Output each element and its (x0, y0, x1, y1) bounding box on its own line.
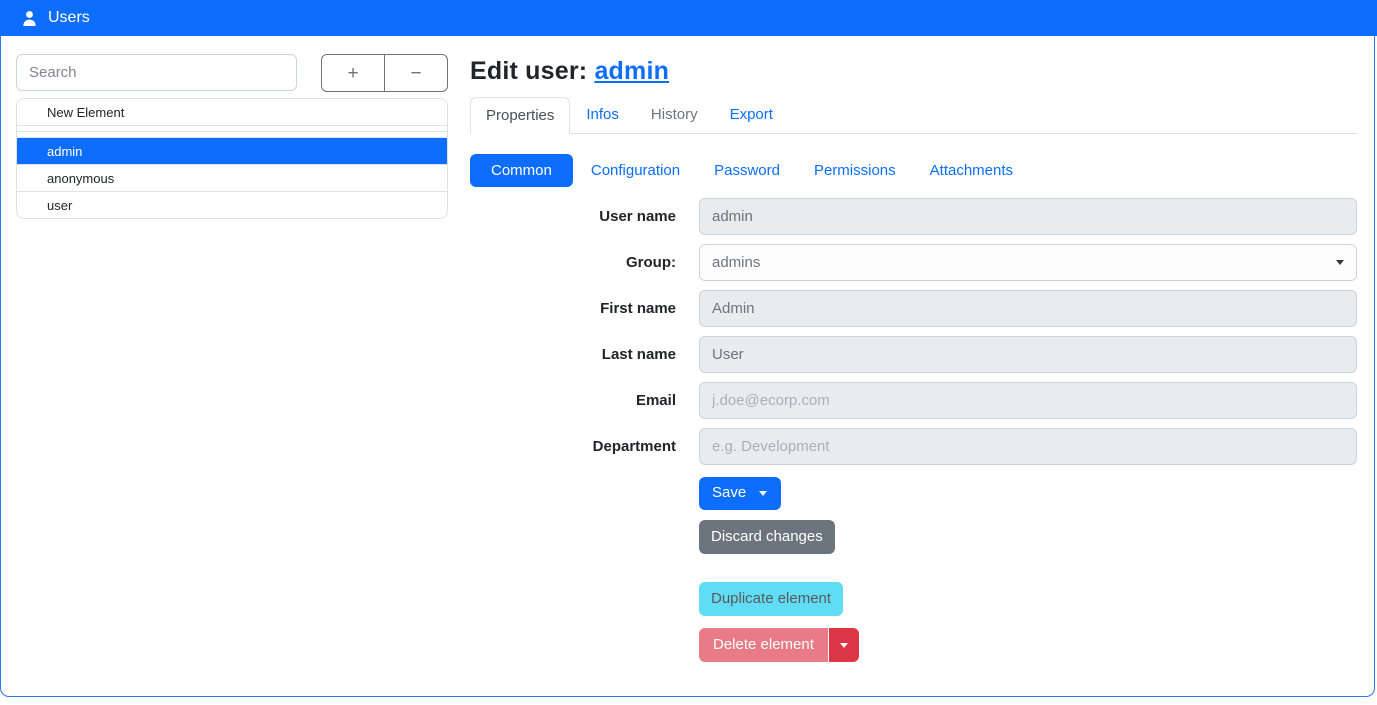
users-icon (21, 10, 38, 27)
action-buttons: Save Discard changes Duplicate element D… (699, 477, 1357, 662)
pill-bar: Common Configuration Password Permission… (470, 154, 1357, 187)
duplicate-element-button: Duplicate element (699, 582, 843, 616)
add-element-button[interactable]: + (321, 54, 385, 92)
field-label-username: User name (470, 208, 699, 225)
list-item-admin[interactable]: admin (17, 137, 447, 164)
save-button[interactable]: Save (699, 477, 781, 510)
group-select[interactable]: admins (699, 244, 1357, 281)
sidebar: + − New Element admin anonymous user (1, 36, 456, 696)
caret-down-icon (759, 491, 767, 496)
field-label-lastname: Last name (470, 346, 699, 363)
tab-bar: Properties Infos History Export (470, 97, 1357, 134)
element-list: New Element admin anonymous user (16, 98, 448, 219)
field-label-email: Email (470, 392, 699, 409)
username-input[interactable] (699, 198, 1357, 235)
tab-history: History (635, 97, 714, 133)
sidebar-controls: + − (16, 54, 448, 92)
list-item-user[interactable]: user (17, 191, 447, 218)
pill-password[interactable]: Password (698, 154, 796, 187)
app-title: Users (48, 9, 90, 27)
page-title: Edit user: admin (470, 57, 1357, 86)
list-item-new-element[interactable]: New Element (17, 99, 447, 125)
field-label-firstname: First name (470, 300, 699, 317)
tab-infos[interactable]: Infos (570, 97, 635, 133)
group-select-value: admins (712, 254, 1336, 271)
lastname-input[interactable] (699, 336, 1357, 373)
list-item-anonymous[interactable]: anonymous (17, 164, 447, 191)
form-row: User name (470, 198, 1357, 235)
discard-changes-button[interactable]: Discard changes (699, 520, 835, 554)
department-input[interactable] (699, 428, 1357, 465)
pill-permissions[interactable]: Permissions (798, 154, 912, 187)
form-row: Group: admins (470, 244, 1357, 281)
form-row: Email (470, 382, 1357, 419)
pill-common[interactable]: Common (470, 154, 573, 187)
firstname-input[interactable] (699, 290, 1357, 327)
save-button-label: Save (712, 483, 746, 503)
app-header: Users (0, 0, 1377, 36)
field-label-department: Department (470, 438, 699, 455)
email-input[interactable] (699, 382, 1357, 419)
page-title-prefix: Edit user: (470, 57, 587, 85)
tab-export[interactable]: Export (714, 97, 789, 133)
search-input[interactable] (16, 54, 297, 91)
pill-configuration[interactable]: Configuration (575, 154, 696, 187)
delete-dropdown-toggle[interactable] (829, 628, 859, 662)
caret-down-icon (840, 643, 848, 648)
pill-attachments[interactable]: Attachments (914, 154, 1029, 187)
form-row: First name (470, 290, 1357, 327)
field-label-group: Group: (470, 254, 699, 271)
chevron-down-icon (1336, 260, 1344, 265)
remove-element-button[interactable]: − (384, 54, 448, 92)
form-row: Last name (470, 336, 1357, 373)
user-form: User name Group: admins First name Last … (470, 198, 1357, 465)
tab-properties[interactable]: Properties (470, 97, 570, 134)
form-row: Department (470, 428, 1357, 465)
edit-user-link[interactable]: admin (594, 57, 669, 85)
list-action-group: + − (321, 54, 448, 92)
main-panel: Edit user: admin Properties Infos Histor… (456, 36, 1374, 696)
content-frame: + − New Element admin anonymous user Edi… (0, 36, 1375, 697)
delete-element-button: Delete element (699, 628, 828, 662)
